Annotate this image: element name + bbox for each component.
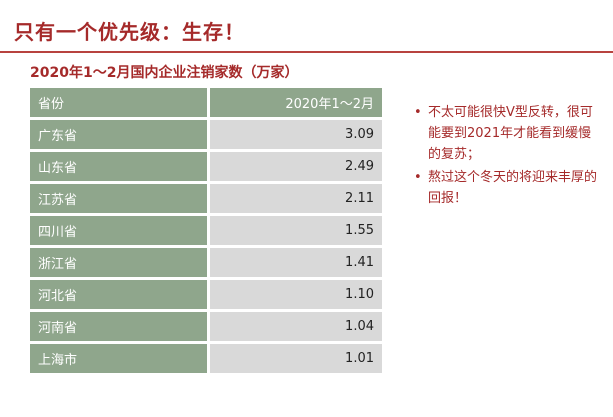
row-value: 2.49 (206, 150, 382, 184)
slide-title: 只有一个优先级：生存！ (14, 20, 245, 44)
row-value: 1.10 (206, 278, 382, 312)
bullet-icon: • (414, 105, 422, 120)
table-row: 江苏省 2.11 (30, 182, 382, 216)
commentary-text: 不太可能很快V型反转，很可能要到2021年才能看到缓慢的复苏； (428, 105, 593, 162)
commentary-item: • 不太可能很快V型反转，很可能要到2021年才能看到缓慢的复苏； (412, 102, 597, 165)
row-province: 浙江省 (30, 246, 208, 280)
row-value: 1.01 (206, 342, 382, 376)
row-province: 上海市 (30, 342, 208, 376)
row-province: 河北省 (30, 278, 208, 312)
title-divider (0, 51, 613, 53)
row-province: 广东省 (30, 118, 208, 152)
deregistration-table: 省份 2020年1～2月 广东省 3.09 山东省 2.49 江苏省 2.11 … (30, 88, 382, 376)
header-province: 省份 (30, 88, 208, 120)
commentary-item: • 熬过这个冬天的将迎来丰厚的回报！ (412, 167, 597, 209)
commentary-list: • 不太可能很快V型反转，很可能要到2021年才能看到缓慢的复苏； • 熬过这个… (412, 102, 597, 211)
table-row: 广东省 3.09 (30, 118, 382, 152)
table-header-row: 省份 2020年1～2月 (30, 88, 382, 120)
slide: 只有一个优先级：生存！ 2020年1～2月国内企业注销家数（万家） 省份 202… (0, 0, 613, 417)
row-value: 1.04 (206, 310, 382, 344)
table-row: 浙江省 1.41 (30, 246, 382, 280)
table-row: 河北省 1.10 (30, 278, 382, 312)
row-value: 1.55 (206, 214, 382, 248)
table-row: 四川省 1.55 (30, 214, 382, 248)
header-period: 2020年1～2月 (206, 88, 382, 120)
row-province: 山东省 (30, 150, 208, 184)
row-value: 2.11 (206, 182, 382, 216)
commentary-text: 熬过这个冬天的将迎来丰厚的回报！ (428, 170, 598, 206)
row-province: 河南省 (30, 310, 208, 344)
row-value: 3.09 (206, 118, 382, 152)
row-value: 1.41 (206, 246, 382, 280)
table-row: 河南省 1.04 (30, 310, 382, 344)
row-province: 四川省 (30, 214, 208, 248)
table-row: 上海市 1.01 (30, 342, 382, 376)
bullet-icon: • (414, 170, 422, 185)
table-caption: 2020年1～2月国内企业注销家数（万家） (30, 65, 299, 81)
row-province: 江苏省 (30, 182, 208, 216)
table-row: 山东省 2.49 (30, 150, 382, 184)
